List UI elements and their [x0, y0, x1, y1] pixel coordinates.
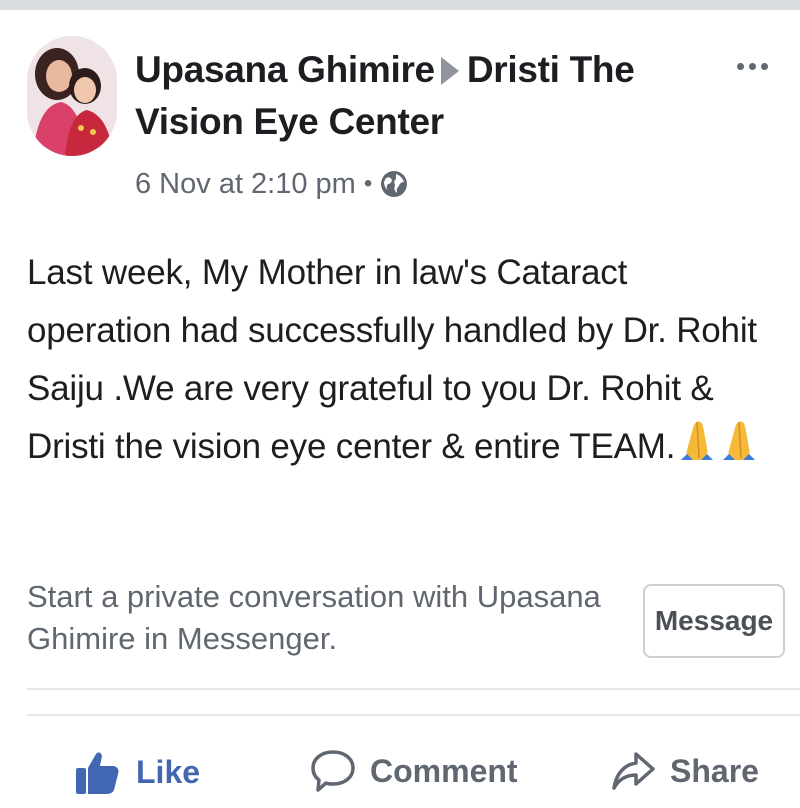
avatar[interactable] [27, 36, 117, 156]
dot-icon [736, 62, 744, 70]
author-name-link[interactable]: Upasana Ghimire [135, 49, 435, 90]
post-meta: 6 Nov at 2:10 pm • [135, 162, 408, 206]
share-label: Share [670, 752, 759, 789]
dot-icon [760, 62, 768, 70]
divider [27, 688, 800, 690]
dot-icon [748, 62, 756, 70]
globe-icon [381, 171, 408, 197]
play-arrow-icon [440, 57, 459, 85]
messenger-prompt-text: Start a private conversation with Upasan… [27, 579, 601, 656]
like-label: Like [136, 753, 201, 790]
comment-button[interactable]: Comment [310, 748, 518, 794]
thumbs-up-icon [76, 752, 119, 794]
post-actions-bar: Like Comment Share [0, 738, 800, 808]
divider [27, 714, 800, 716]
post-body-text: Last week, My Mother in law's Cataract o… [27, 253, 757, 466]
post-body: Last week, My Mother in law's Cataract o… [27, 244, 767, 480]
more-options-button[interactable] [727, 48, 777, 84]
post-timestamp-link[interactable]: 6 Nov at 2:10 pm [135, 162, 356, 206]
message-button[interactable]: Message [643, 584, 785, 658]
share-arrow-icon [612, 752, 655, 790]
meta-separator: • [363, 170, 373, 197]
like-button[interactable]: Like [74, 748, 200, 796]
share-button[interactable]: Share [610, 748, 759, 794]
feed-top-strip [0, 0, 800, 10]
folded-hands-icon [677, 418, 761, 480]
comment-label: Comment [370, 752, 518, 789]
post-header-title: Upasana Ghimire Dristi The Vision Eye Cen… [135, 44, 695, 148]
comment-bubble-icon [311, 750, 355, 792]
